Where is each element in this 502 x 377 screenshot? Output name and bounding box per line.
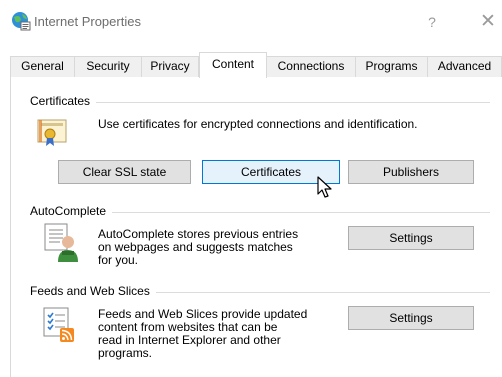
tab-privacy[interactable]: Privacy (141, 56, 199, 77)
clear-ssl-state-button[interactable]: Clear SSL state (58, 160, 191, 184)
feeds-group-header: Feeds and Web Slices (30, 284, 156, 298)
tab-advanced[interactable]: Advanced (427, 56, 502, 77)
feeds-description-line: programs. (98, 346, 153, 360)
help-button[interactable]: ? (422, 12, 442, 32)
window-title: Internet Properties (34, 14, 141, 29)
feeds-settings-button[interactable]: Settings (348, 306, 474, 330)
autocomplete-settings-button[interactable]: Settings (348, 226, 474, 250)
tab-programs[interactable]: Programs (355, 56, 428, 77)
close-button[interactable]: ✕ (478, 10, 498, 34)
tab-general[interactable]: General (10, 56, 75, 77)
certificates-button[interactable]: Certificates (202, 160, 340, 184)
certificates-group-header: Certificates (30, 94, 97, 108)
autocomplete-group-header: AutoComplete (30, 204, 113, 218)
internet-properties-icon (12, 12, 31, 31)
tab-content[interactable]: Content (199, 52, 267, 78)
certificate-icon (37, 119, 67, 146)
title-bar: Internet Properties ? ✕ (0, 0, 502, 44)
publishers-button[interactable]: Publishers (348, 160, 474, 184)
tab-security[interactable]: Security (74, 56, 142, 77)
feeds-description: Feeds and Web Slices provide updated con… (98, 308, 348, 360)
feeds-icon (43, 307, 74, 342)
tab-connections[interactable]: Connections (266, 56, 356, 77)
certificates-group-line (30, 102, 490, 103)
autocomplete-description-line: for you. (98, 253, 139, 267)
autocomplete-description: AutoComplete stores previous entries on … (98, 228, 338, 267)
certificates-description: Use certificates for encrypted connectio… (98, 117, 418, 131)
autocomplete-icon (44, 223, 78, 262)
